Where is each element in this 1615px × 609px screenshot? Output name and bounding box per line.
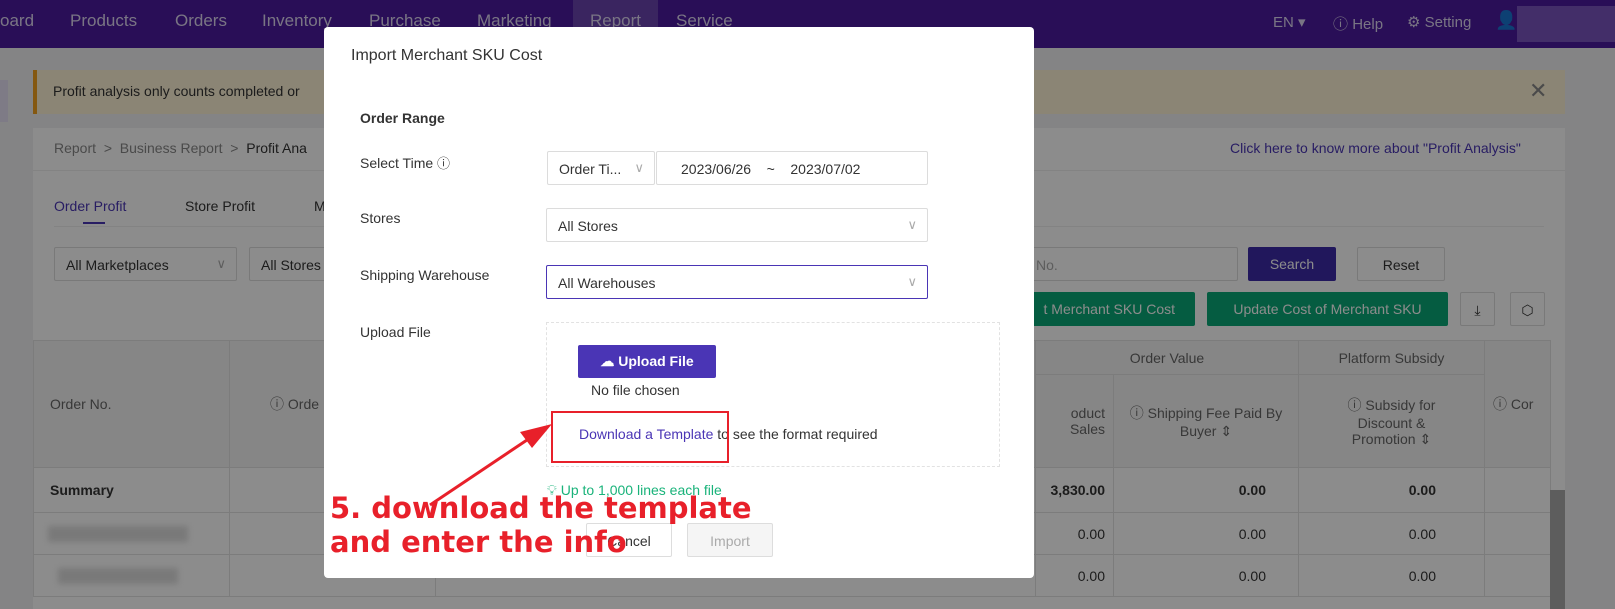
date-start: 2023/06/26: [681, 161, 752, 177]
modal-stores-select[interactable]: All Stores ∨: [546, 208, 928, 242]
date-end: 2023/07/02: [790, 161, 861, 177]
no-file-chosen: No file chosen: [591, 382, 680, 398]
warehouse-label: Shipping Warehouse: [360, 267, 490, 283]
chevron-down-icon: ∨: [907, 217, 917, 232]
select-time-label: Select Time ⓘ: [360, 155, 451, 171]
time-type-value: Order Ti...: [559, 161, 622, 177]
annotation-highlight-box: [551, 411, 729, 463]
date-separator: ~: [766, 161, 775, 177]
chevron-down-icon: ∨: [634, 160, 644, 175]
time-type-select[interactable]: Order Ti... ∨: [547, 151, 655, 185]
upload-file-button[interactable]: ☁ Upload File: [578, 345, 716, 378]
modal-title: Import Merchant SKU Cost: [351, 47, 543, 64]
annotation-line-1: 5. download the template: [330, 491, 752, 525]
warehouse-select[interactable]: All Warehouses ∨: [546, 265, 928, 299]
chevron-down-icon: ∨: [907, 274, 917, 289]
annotation-text: 5. download the template and enter the i…: [330, 491, 752, 559]
cloud-upload-icon: ☁: [600, 353, 615, 369]
template-hint-suffix: to see the format required: [713, 426, 878, 442]
warehouse-value: All Warehouses: [558, 275, 656, 291]
upload-file-label: Upload File: [360, 324, 431, 340]
question-icon[interactable]: ⓘ: [437, 156, 450, 171]
upload-button-label: Upload File: [618, 353, 694, 369]
annotation-line-2: and enter the info: [330, 525, 627, 559]
stores-value: All Stores: [558, 218, 618, 234]
stores-label: Stores: [360, 210, 401, 226]
order-range-heading: Order Range: [360, 110, 445, 126]
date-range-input[interactable]: 2023/06/26 ~ 2023/07/02: [656, 151, 928, 185]
